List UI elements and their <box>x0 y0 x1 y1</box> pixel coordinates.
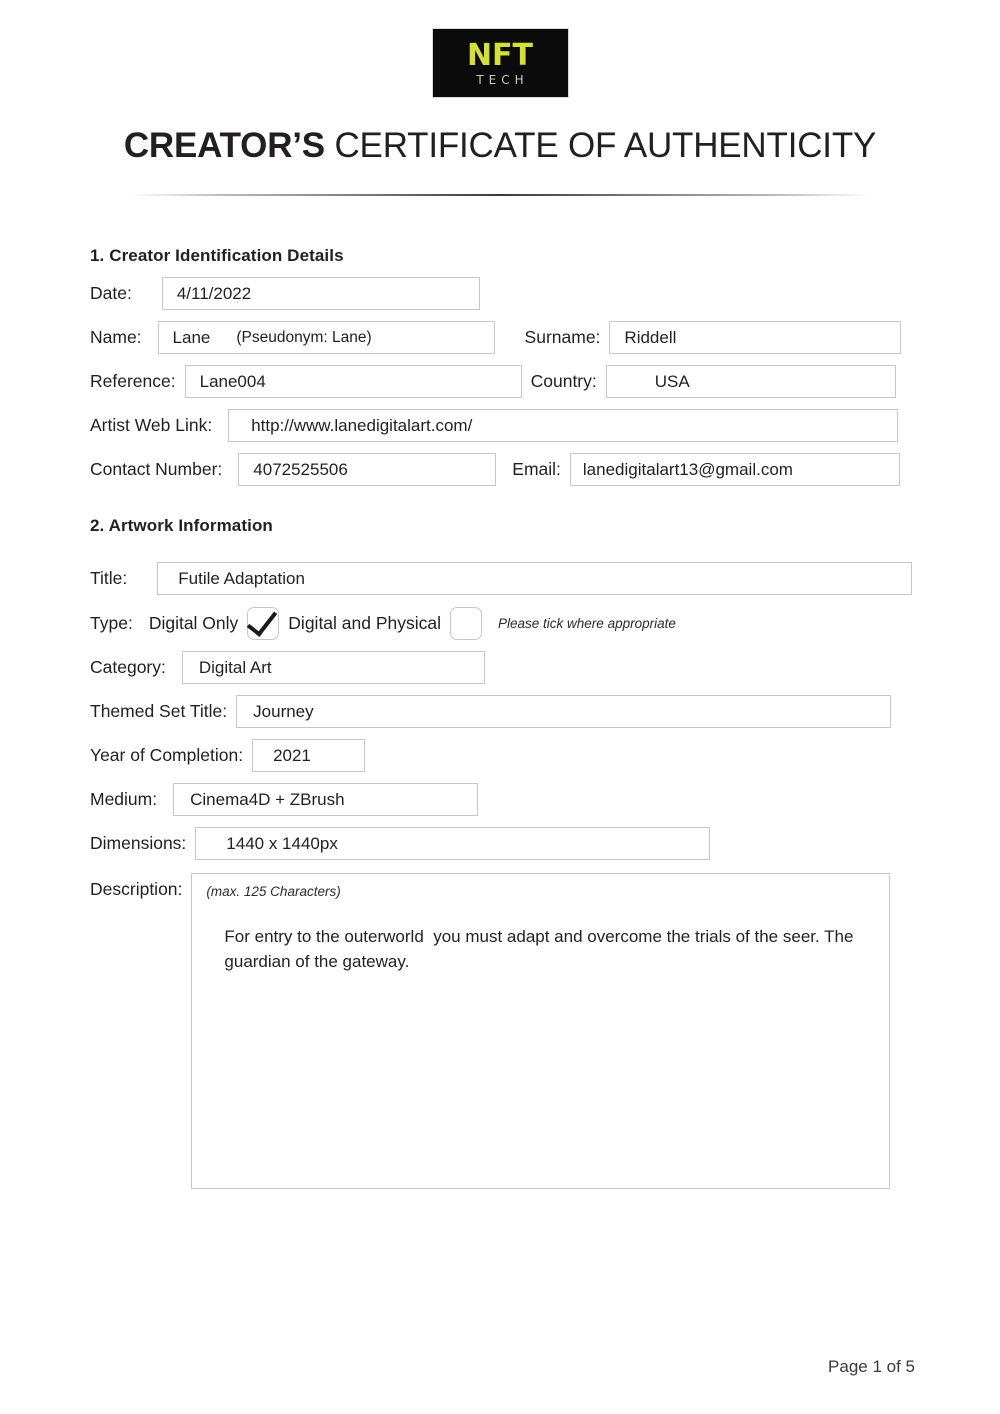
weblink-input[interactable]: http://www.lanedigitalart.com/ <box>228 409 899 442</box>
field-row-category: Category: Digital Art <box>90 651 1000 684</box>
type-option-digital-only-label: Digital Only <box>148 613 239 633</box>
field-row-medium: Medium: Cinema4D + ZBrush <box>90 783 1000 816</box>
description-textarea[interactable]: (max. 125 Characters) For entry to the o… <box>191 873 891 1189</box>
country-input[interactable]: USA <box>605 365 896 398</box>
field-row-contact: Contact Number: 4072525506 Email: lanedi… <box>90 453 1000 486</box>
description-label: Description: <box>90 879 183 899</box>
field-row-reference: Reference: Lane004 Country: USA <box>90 365 1000 398</box>
page-title: CREATOR’S CERTIFICATE OF AUTHENTICITY <box>0 126 1000 166</box>
logo-primary-text: NFT <box>466 37 534 73</box>
section-heading-artwork: 2. Artwork Information <box>90 516 273 535</box>
artwork-title-label: Title: <box>90 568 128 588</box>
email-label: Email: <box>512 459 561 479</box>
section-heading-creator: 1. Creator Identification Details <box>90 246 344 265</box>
country-label: Country: <box>530 371 597 391</box>
themed-set-label: Themed Set Title: <box>90 701 228 721</box>
category-input[interactable]: Digital Art <box>181 651 485 684</box>
dimensions-input[interactable]: 1440 x 1440px <box>195 827 711 860</box>
checkbox-digital-only[interactable] <box>247 607 280 640</box>
reference-label: Reference: <box>90 371 176 391</box>
surname-input[interactable]: Riddell <box>609 321 902 354</box>
field-row-date: Date: 4/11/2022 <box>90 277 1000 310</box>
name-value: Lane <box>172 327 211 347</box>
contact-label: Contact Number: <box>90 459 223 479</box>
medium-label: Medium: <box>90 789 158 809</box>
email-input[interactable]: lanedigitalart13@gmail.com <box>569 453 900 486</box>
page-title-light: CERTIFICATE OF AUTHENTICITY <box>324 126 877 165</box>
year-input[interactable]: 2021 <box>252 739 366 772</box>
field-row-type: Type: Digital Only Digital and Physical … <box>90 607 1000 640</box>
page-footer: Page 1 of 5 <box>828 1357 915 1376</box>
logo-container: NFT TECH <box>0 0 1000 98</box>
date-input[interactable]: 4/11/2022 <box>161 277 480 310</box>
field-row-title: Title: Futile Adaptation <box>90 562 1000 595</box>
description-hint-text: (max. 125 Characters) <box>206 884 341 899</box>
document-body: 1. Creator Identification Details Date: … <box>0 246 1000 1189</box>
page-title-bold: CREATOR’S <box>123 126 325 165</box>
name-pseudonym-note: (Pseudonym: Lane) <box>236 328 372 346</box>
field-row-dimensions: Dimensions: 1440 x 1440px <box>90 827 1000 860</box>
field-row-themed-set: Themed Set Title: Journey <box>90 695 1000 728</box>
reference-input[interactable]: Lane004 <box>184 365 522 398</box>
medium-input[interactable]: Cinema4D + ZBrush <box>173 783 479 816</box>
type-label: Type: <box>90 613 133 633</box>
year-label: Year of Completion: <box>90 745 244 765</box>
dimensions-label: Dimensions: <box>90 833 187 853</box>
themed-set-input[interactable]: Journey <box>236 695 892 728</box>
contact-input[interactable]: 4072525506 <box>238 453 497 486</box>
artwork-title-input[interactable]: Futile Adaptation <box>157 562 913 595</box>
name-input[interactable]: Lane (Pseudonym: Lane) <box>157 321 495 354</box>
field-row-name: Name: Lane (Pseudonym: Lane) Surname: Ri… <box>90 321 1000 354</box>
description-value: For entry to the outerworld you must ada… <box>224 927 859 971</box>
field-row-year: Year of Completion: 2021 <box>90 739 1000 772</box>
type-hint-text: Please tick where appropriate <box>498 616 676 631</box>
logo-secondary-text: TECH <box>476 72 529 87</box>
type-option-digital-physical-label: Digital and Physical <box>288 613 442 633</box>
checkbox-digital-and-physical[interactable] <box>450 607 483 640</box>
surname-label: Surname: <box>524 327 601 347</box>
nft-tech-logo: NFT TECH <box>431 28 569 98</box>
name-label: Name: <box>90 327 142 347</box>
field-row-description: Description: (max. 125 Characters) For e… <box>90 873 1000 1189</box>
weblink-label: Artist Web Link: <box>90 415 213 435</box>
field-row-weblink: Artist Web Link: http://www.lanedigitala… <box>90 409 1000 442</box>
title-divider <box>132 194 868 196</box>
category-label: Category: <box>90 657 166 677</box>
date-label: Date: <box>90 283 132 303</box>
